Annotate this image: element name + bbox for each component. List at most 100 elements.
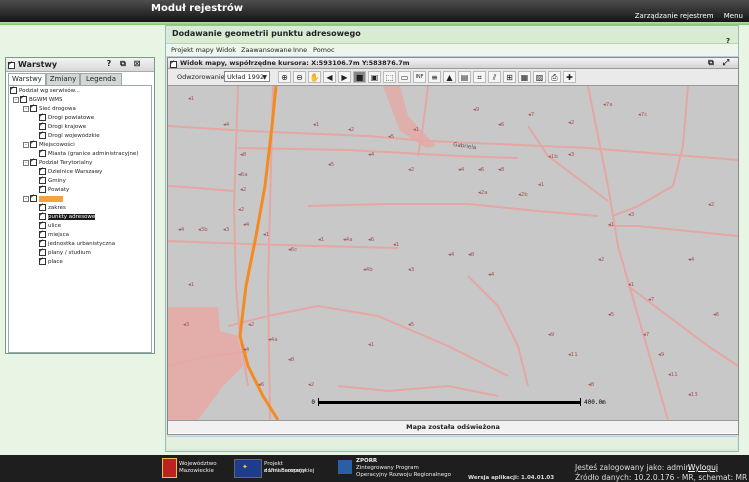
checkbox[interactable] [39, 166, 46, 175]
svg-text:◂4a: ◂4a [268, 337, 278, 343]
checkbox[interactable] [39, 256, 46, 265]
tree-item-national-roads[interactable]: Drogi krajowe [39, 121, 86, 131]
scale-start-label: 0 [311, 399, 315, 406]
checkbox[interactable] [39, 247, 46, 256]
svg-text:◂4: ◂4 [688, 257, 695, 263]
svg-text:◂4: ◂4 [368, 152, 375, 158]
nav-register-management[interactable]: Zarządzanie rejestrem [635, 12, 714, 20]
menu-advanced[interactable]: Zaawansowane [241, 46, 292, 54]
chart-icon[interactable]: ⌗ [473, 71, 486, 83]
legend-icon[interactable]: ≡ [428, 71, 441, 83]
close-icon[interactable]: ⊠ [132, 59, 142, 69]
collapse-icon[interactable]: - [23, 141, 29, 148]
tree-item-districts[interactable]: Dzielnice Warszawy [39, 166, 102, 176]
menu-view[interactable]: Widok [216, 46, 236, 54]
menu-help[interactable]: Pomoc [313, 46, 335, 54]
layers-panel-checkbox[interactable] [8, 60, 15, 69]
nav-menu[interactable]: Menu [724, 12, 743, 20]
info-icon[interactable]: INF [413, 71, 426, 83]
tree-item-plans[interactable]: plany / studium [39, 247, 91, 257]
graph-icon[interactable]: ⫽ [488, 71, 501, 83]
map-canvas[interactable]: ◂1 ◂4 ◂1 ◂2 ◂5 ◂1 ◂9 ◂6 ◂7 ◂2 ◂7a ◂7c ◂8 ◂6a ◂2 ◂2 ◂… [168, 86, 738, 420]
checkbox[interactable] [39, 148, 46, 157]
menu-map-project[interactable]: Projekt mapy [171, 46, 214, 54]
layers-icon[interactable]: ▲ [443, 71, 456, 83]
back-icon[interactable]: ◀ [323, 71, 336, 83]
svg-text:◂3b: ◂3b [198, 227, 208, 233]
checkbox[interactable] [39, 130, 46, 139]
checkbox[interactable] [39, 211, 46, 220]
undock-icon[interactable]: ⧉ [706, 58, 716, 68]
tree-item-territorial-division[interactable]: -Podział Terytorialny [23, 157, 92, 167]
svg-text:◂1: ◂1 [263, 232, 269, 238]
properties-icon[interactable]: ▤ [458, 71, 471, 83]
svg-text:◂2b: ◂2b [518, 192, 528, 198]
tree-item-urban-unit[interactable]: jednostka urbanistyczna [39, 238, 115, 248]
svg-text:◂8: ◂8 [288, 357, 295, 363]
tree-item-squares[interactable]: place [39, 256, 63, 266]
checkbox[interactable] [39, 238, 46, 247]
checkbox[interactable] [39, 220, 46, 229]
checkbox[interactable] [39, 184, 46, 193]
print-icon[interactable]: ⎙ [548, 71, 561, 83]
checkbox[interactable] [39, 121, 46, 130]
svg-text:◂3: ◂3 [628, 212, 635, 218]
crosshair-icon[interactable]: ⊞ [503, 71, 516, 83]
collapse-icon[interactable]: - [23, 105, 29, 112]
export-icon[interactable]: ▨ [533, 71, 546, 83]
svg-text:◂2: ◂2 [240, 187, 246, 193]
checkbox[interactable] [39, 202, 46, 211]
checkbox[interactable] [39, 112, 46, 121]
svg-text:◂8: ◂8 [468, 252, 475, 258]
tree-item-bgwm[interactable]: -BGWM WMS [13, 94, 63, 104]
svg-text:◂1: ◂1 [628, 282, 634, 288]
measure-icon[interactable]: ▭ [398, 71, 411, 83]
maximize-icon[interactable]: ⤢ [721, 58, 731, 68]
zoom-in-icon[interactable]: ⊕ [278, 71, 291, 83]
collapse-icon[interactable]: - [23, 159, 29, 166]
menu-bar: Projekt mapy Widok Zaawansowane Inne Pom… [166, 43, 738, 57]
checkbox[interactable] [30, 193, 37, 202]
collapse-icon[interactable]: - [13, 96, 19, 103]
svg-text:◂6: ◂6 [498, 122, 505, 128]
help-icon[interactable]: ? [104, 59, 114, 69]
logout-link[interactable]: Wyloguj [688, 463, 718, 472]
checkbox[interactable] [39, 175, 46, 184]
checkbox[interactable] [30, 139, 37, 148]
select-icon[interactable]: ⬚ [383, 71, 396, 83]
undock-icon[interactable]: ⧉ [118, 59, 128, 69]
tab-changes[interactable]: Zmiany [46, 73, 80, 85]
projection-select[interactable]: Układ 1992 ▼ [224, 71, 270, 82]
tree-item-road-network[interactable]: -Sieć drogowa [23, 103, 76, 113]
collapse-icon[interactable]: - [23, 195, 29, 202]
filter-icon[interactable]: ▦ [518, 71, 531, 83]
svg-text:◂3: ◂3 [408, 267, 415, 273]
checkbox[interactable] [30, 157, 37, 166]
svg-text:◂3: ◂3 [223, 227, 230, 233]
pan-icon[interactable]: ✋ [308, 71, 321, 83]
app-version: Wersja aplikacji: 1.04.01.03 [468, 475, 555, 481]
full-extent-icon[interactable]: ■ [353, 71, 366, 83]
checkbox[interactable] [20, 94, 27, 103]
tab-legend[interactable]: Legenda [80, 73, 122, 85]
tree-item-cities[interactable]: Miasta (granice administracyjne) [39, 148, 138, 158]
checkbox[interactable] [30, 103, 37, 112]
tree-item-localities[interactable]: -Miejscowości [23, 139, 75, 149]
tree-item-counties[interactable]: Powiaty [39, 184, 69, 194]
tree-item-provincial-roads[interactable]: Drogi wojewódzkie [39, 130, 100, 140]
zoom-out-icon[interactable]: ⊖ [293, 71, 306, 83]
svg-text:◂4: ◂4 [458, 167, 465, 173]
checkbox[interactable] [10, 86, 17, 94]
map-svg[interactable]: ◂1 ◂4 ◂1 ◂2 ◂5 ◂1 ◂9 ◂6 ◂7 ◂2 ◂7a ◂7c ◂8 ◂6a ◂2 ◂2 ◂… [168, 86, 738, 420]
tab-layers[interactable]: Warstwy [8, 73, 46, 85]
add-point-icon[interactable]: ✚ [563, 71, 576, 83]
menu-other[interactable]: Inne [293, 46, 307, 54]
svg-text:◂4: ◂4 [243, 347, 250, 353]
map-window-title: Widok mapy, współrzędne kursora: X:59310… [180, 59, 410, 67]
checkbox[interactable] [39, 229, 46, 238]
zoom-box-icon[interactable]: ▣ [368, 71, 381, 83]
svg-text:◂6c: ◂6c [288, 247, 297, 253]
tree-item-county-roads[interactable]: Drogi powiatowe [39, 112, 94, 122]
tree-item-address-points[interactable]: punkty adresowe [39, 211, 96, 221]
forward-icon[interactable]: ▶ [338, 71, 351, 83]
